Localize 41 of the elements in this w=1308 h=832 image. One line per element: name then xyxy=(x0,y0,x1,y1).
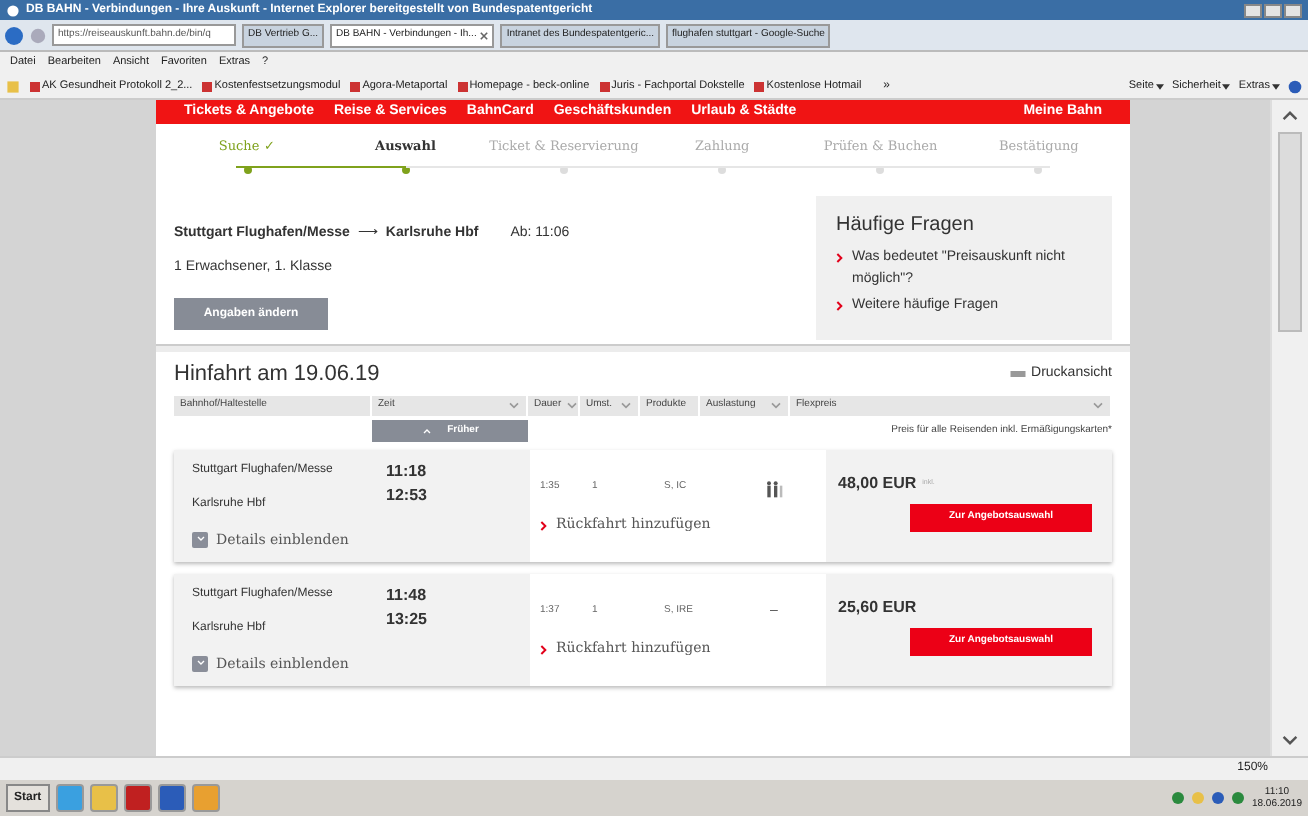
taskbar-app-icon[interactable] xyxy=(123,784,152,812)
departure-time: 11:48 xyxy=(386,584,429,608)
chevron-down-icon xyxy=(565,402,578,410)
printer-icon xyxy=(1009,368,1026,380)
chevron-down-icon xyxy=(508,402,520,410)
faq-title: Häufige Fragen xyxy=(836,212,976,240)
chevron-up-icon xyxy=(421,428,432,434)
caret-icon xyxy=(1222,83,1231,89)
chevron-right-icon xyxy=(540,644,548,657)
chevron-down-icon xyxy=(1092,402,1104,410)
minimize-button[interactable] xyxy=(1244,3,1262,17)
people-icon xyxy=(764,479,784,497)
chevron-down-icon xyxy=(195,660,205,667)
chevron-right-icon xyxy=(836,252,844,264)
caret-icon xyxy=(1272,83,1280,89)
chevron-down-icon xyxy=(770,402,782,410)
taskbar-app-icon[interactable] xyxy=(89,784,118,812)
maximize-button[interactable] xyxy=(1264,3,1282,17)
taskbar-app-icon[interactable] xyxy=(191,784,220,812)
price-text: 48,00 EUR xyxy=(838,472,917,496)
chevron-down-icon xyxy=(620,402,632,410)
back-icon xyxy=(4,25,24,45)
chevron-right-icon xyxy=(540,520,548,533)
taskbar-app-icon[interactable] xyxy=(55,784,84,812)
chevron-down-icon xyxy=(195,536,205,543)
forward-icon xyxy=(30,27,46,43)
browser-icon xyxy=(6,3,20,17)
caret-icon xyxy=(1155,83,1164,89)
price-text: 25,60 EUR xyxy=(838,596,917,620)
chevron-right-icon xyxy=(836,300,844,312)
close-button[interactable] xyxy=(1284,3,1302,17)
scroll-up-icon xyxy=(1282,108,1298,124)
departure-time: 11:18 xyxy=(386,460,429,484)
arrival-time: 12:53 xyxy=(386,484,429,508)
scroll-down-icon xyxy=(1282,732,1298,748)
close-icon xyxy=(480,31,489,39)
taskbar-app-icon[interactable] xyxy=(157,784,186,812)
help-icon xyxy=(1288,79,1302,93)
scrollbar-thumb[interactable] xyxy=(1278,132,1302,332)
arrival-time: 13:25 xyxy=(386,608,429,632)
section-title: Hinfahrt am 19.06.19 xyxy=(174,359,380,390)
